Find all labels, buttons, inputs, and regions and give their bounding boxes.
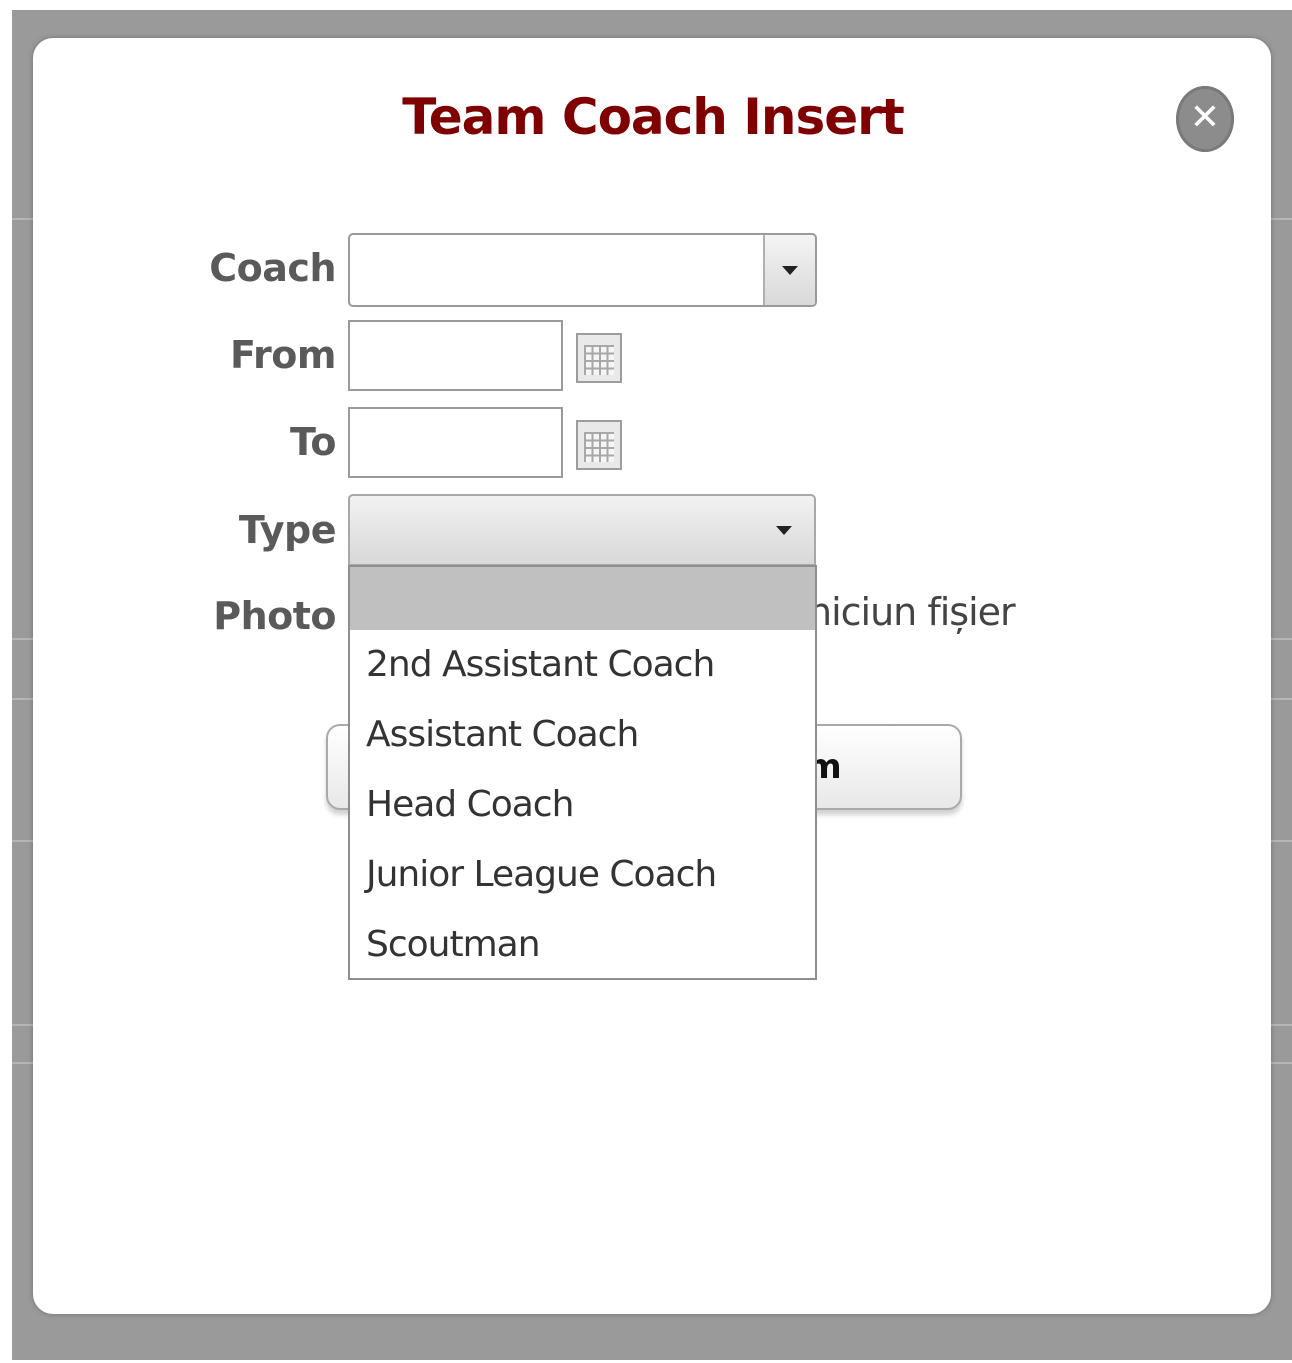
type-label: Type xyxy=(238,508,337,552)
dialog-title: Team Coach Insert xyxy=(402,88,904,146)
coach-dropdown-button[interactable] xyxy=(763,235,815,305)
coach-combobox[interactable] xyxy=(348,233,817,307)
from-calendar-icon[interactable] xyxy=(576,333,622,383)
type-option[interactable]: Scoutman xyxy=(350,910,815,980)
type-select[interactable] xyxy=(348,494,816,566)
to-calendar-icon[interactable] xyxy=(576,420,622,470)
close-icon: ✕ xyxy=(1189,97,1221,138)
to-date-input[interactable] xyxy=(348,407,563,478)
type-dropdown-list: 2nd Assistant Coach Assistant Coach Head… xyxy=(348,565,817,980)
type-option[interactable]: Assistant Coach xyxy=(350,700,815,770)
coach-label: Coach xyxy=(209,246,336,290)
photo-label: Photo xyxy=(213,594,336,638)
close-button[interactable]: ✕ xyxy=(1176,86,1234,152)
photo-file-status: niciun fișier xyxy=(808,590,1016,634)
chevron-down-icon xyxy=(782,266,798,275)
to-label: To xyxy=(290,420,336,464)
type-option[interactable] xyxy=(350,567,815,630)
from-label: From xyxy=(230,333,336,377)
type-option[interactable]: 2nd Assistant Coach xyxy=(350,630,815,700)
chevron-down-icon xyxy=(776,526,792,535)
type-option[interactable]: Junior League Coach xyxy=(350,840,815,910)
type-option[interactable]: Head Coach xyxy=(350,770,815,840)
from-date-input[interactable] xyxy=(348,320,563,391)
